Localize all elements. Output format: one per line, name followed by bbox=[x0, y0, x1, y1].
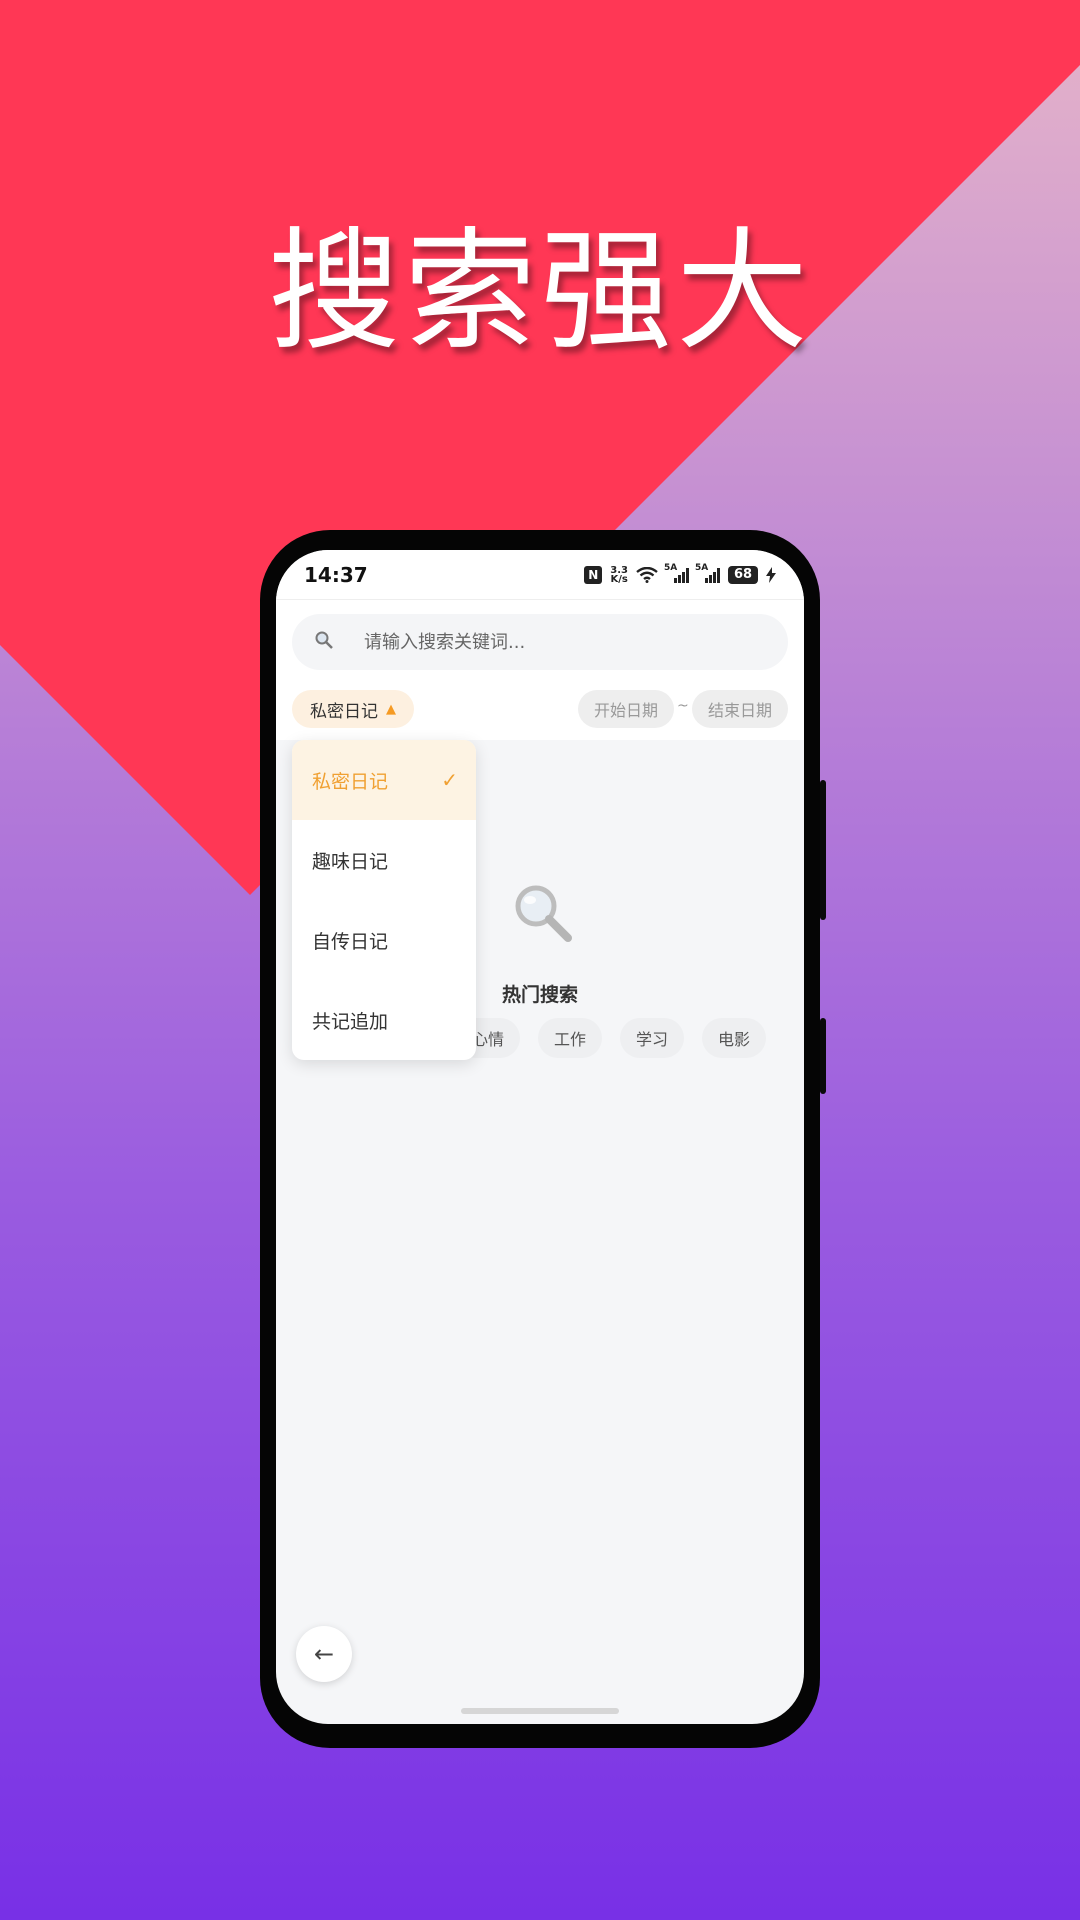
phone-screen: 14:37 N 3.3 K/s 5A 5A 68 请输入搜索关键词... 私密日… bbox=[276, 550, 804, 1724]
end-date-picker[interactable]: 结束日期 bbox=[692, 690, 788, 728]
start-date-picker[interactable]: 开始日期 bbox=[578, 690, 674, 728]
date-separator: ~ bbox=[677, 698, 689, 714]
triangle-up-icon: ▲ bbox=[386, 701, 396, 717]
dropdown-item-private[interactable]: 私密日记 ✓ bbox=[292, 740, 476, 820]
diary-type-label: 私密日记 bbox=[310, 701, 378, 722]
wifi-icon bbox=[636, 566, 658, 583]
dropdown-item-label: 趣味日记 bbox=[312, 850, 389, 873]
home-indicator[interactable] bbox=[461, 1708, 619, 1714]
dropdown-item-label: 自传日记 bbox=[312, 930, 389, 953]
network-speed: 3.3 K/s bbox=[610, 565, 628, 585]
volume-button bbox=[820, 780, 826, 920]
phone-frame: 14:37 N 3.3 K/s 5A 5A 68 请输入搜索关键词... 私密日… bbox=[260, 530, 820, 1748]
status-bar: 14:37 N 3.3 K/s 5A 5A 68 bbox=[276, 550, 804, 600]
back-button[interactable]: ← bbox=[296, 1626, 352, 1682]
power-button bbox=[820, 1018, 826, 1094]
sim2-label: 5A bbox=[695, 562, 709, 573]
battery-icon: 68 bbox=[728, 565, 758, 584]
signal-icon-sim2: 5A bbox=[695, 563, 720, 583]
magnifier-illustration-icon bbox=[515, 885, 572, 942]
dropdown-item-fun[interactable]: 趣味日记 bbox=[292, 820, 476, 900]
hot-tag[interactable]: 学习 bbox=[620, 1018, 684, 1058]
check-icon: ✓ bbox=[441, 768, 458, 792]
status-time: 14:37 bbox=[304, 562, 368, 587]
search-bar[interactable] bbox=[292, 614, 788, 670]
charging-icon bbox=[766, 566, 776, 583]
arrow-left-icon: ← bbox=[313, 1640, 335, 1668]
dropdown-item-label: 私密日记 bbox=[312, 770, 389, 793]
dropdown-item-autobiography[interactable]: 自传日记 bbox=[292, 900, 476, 980]
signal-icon-sim1: 5A bbox=[664, 563, 689, 583]
diary-type-filter[interactable]: 私密日记 ▲ bbox=[292, 690, 414, 728]
hot-tag[interactable]: 电影 bbox=[702, 1018, 766, 1058]
hot-tag[interactable]: 工作 bbox=[538, 1018, 602, 1058]
dropdown-item-label: 共记追加 bbox=[312, 1010, 389, 1033]
status-icons: N 3.3 K/s 5A 5A 68 bbox=[584, 563, 776, 585]
promo-headline: 搜索强大 bbox=[268, 215, 812, 369]
dropdown-item-shared[interactable]: 共记追加 bbox=[292, 980, 476, 1060]
search-header: 私密日记 ▲ 开始日期 ~ 结束日期 bbox=[276, 600, 804, 740]
search-input[interactable] bbox=[364, 631, 744, 653]
nfc-icon: N bbox=[584, 565, 603, 584]
network-speed-unit: K/s bbox=[610, 573, 628, 585]
diary-type-dropdown: 私密日记 ✓ 趣味日记 自传日记 共记追加 bbox=[292, 740, 476, 1060]
search-icon bbox=[314, 630, 334, 655]
sim1-label: 5A bbox=[664, 562, 678, 573]
